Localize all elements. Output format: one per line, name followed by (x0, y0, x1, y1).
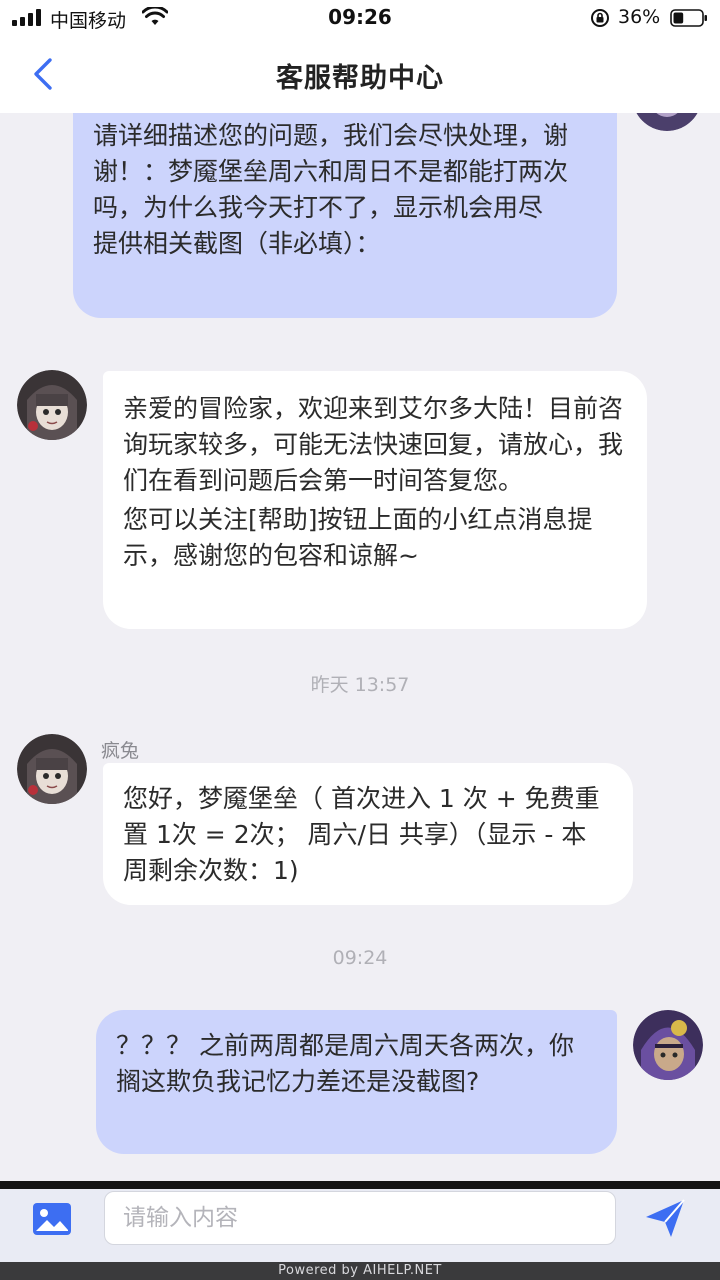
battery-icon (670, 9, 707, 27)
image-icon[interactable] (30, 1197, 74, 1241)
message-input[interactable] (104, 1191, 616, 1245)
sender-name: 疯兔 (101, 740, 140, 762)
message-text: 亲爱的冒险家，欢迎来到艾尔多大陆！目前咨询玩家较多，可能无法快速回复，请放心，我… (123, 394, 624, 495)
status-bar: 中国移动 09:26 36% (0, 0, 720, 36)
agent-avatar[interactable] (17, 370, 87, 440)
message-timestamp: 昨天 13:57 (310, 674, 410, 696)
header: 客服帮助中心 (0, 36, 720, 113)
message-text: ？？？ 之前两周都是周六周天各两次，你搁这欺负我记忆力差还是没截图? (116, 1031, 574, 1096)
user-avatar[interactable] (633, 1010, 703, 1080)
agent-avatar[interactable] (17, 734, 87, 804)
orientation-lock-icon (591, 9, 609, 27)
input-bar (0, 1189, 720, 1262)
message-text: 您好，梦魇堡垒（ 首次进入 1 次 + 免费重置 1次 = 2次； 周六/日 共… (123, 784, 600, 885)
battery-percent: 36% (618, 6, 661, 28)
agent-message-bubble[interactable]: 亲爱的冒险家，欢迎来到艾尔多大陆！目前咨询玩家较多，可能无法快速回复，请放心，我… (103, 371, 647, 629)
page-title: 客服帮助中心 (276, 63, 444, 94)
message-text: 提供相关截图（非必填）： (93, 229, 381, 258)
agent-message-bubble[interactable]: 您好，梦魇堡垒（ 首次进入 1 次 + 免费重置 1次 = 2次； 周六/日 共… (103, 763, 633, 905)
user-avatar[interactable] (632, 113, 702, 131)
message-text: 您可以关注[帮助]按钮上面的小红点消息提示，感谢您的包容和谅解~ (123, 505, 593, 570)
message-text: 请详细描述您的问题，我们会尽快处理，谢谢！：梦魇堡垒周六和周日不是都能打两次吗，… (93, 121, 569, 222)
message-timestamp: 09:24 (332, 947, 388, 969)
input-divider (0, 1181, 720, 1189)
user-message-bubble[interactable]: 请详细描述您的问题，我们会尽快处理，谢谢！：梦魇堡垒周六和周日不是都能打两次吗，… (73, 113, 617, 318)
chat-area[interactable]: 请详细描述您的问题，我们会尽快处理，谢谢！：梦魇堡垒周六和周日不是都能打两次吗，… (0, 113, 720, 1181)
powered-by-footer: Powered by AIHELP.NET (0, 1262, 720, 1280)
send-icon[interactable] (642, 1195, 688, 1241)
user-message-bubble[interactable]: ？？？ 之前两周都是周六周天各两次，你搁这欺负我记忆力差还是没截图? (96, 1010, 617, 1154)
status-time: 09:26 (328, 5, 392, 29)
